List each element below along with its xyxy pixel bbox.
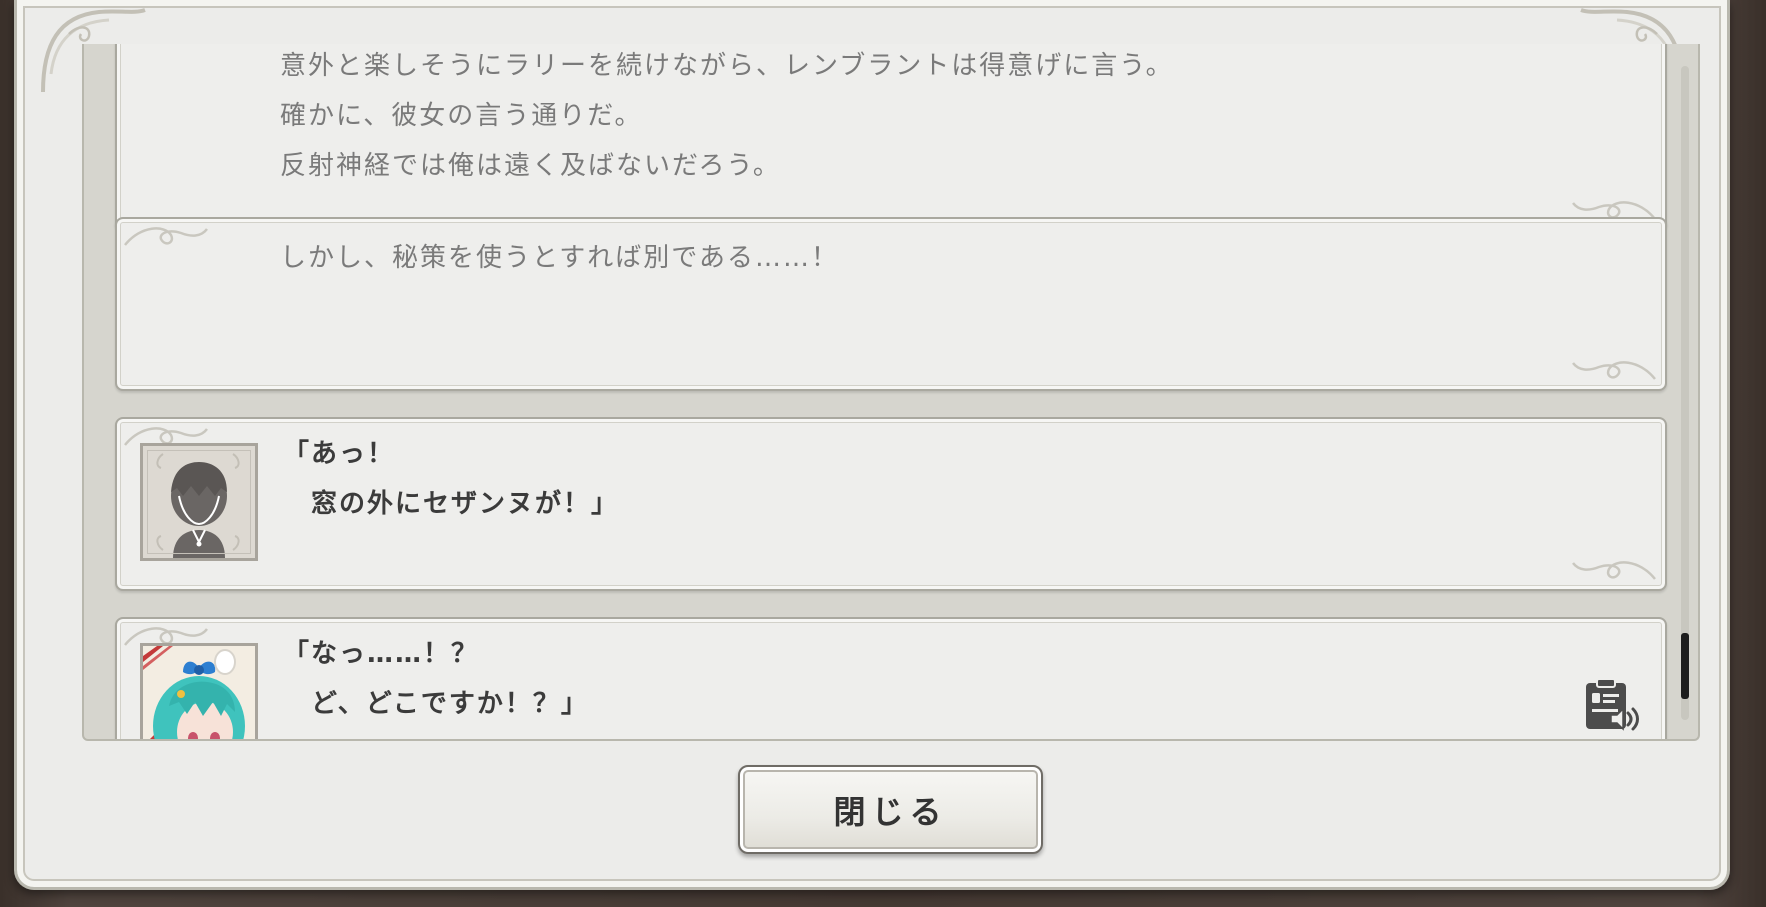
entry-line: ど、どこですか！？」	[283, 689, 589, 719]
close-button[interactable]: 閉じる	[738, 765, 1043, 854]
voice-replay-icon[interactable]	[1583, 679, 1643, 733]
backlog-entry: 意外と楽しそうにラリーを続けながら、レンブラントは得意げに言う。 確かに、彼女の…	[115, 44, 1667, 231]
scrollbar-thumb[interactable]	[1681, 633, 1689, 699]
swirl-ornament-icon	[124, 227, 208, 246]
entry-line: 「あっ！	[283, 439, 396, 469]
backlog-entry: 「あっ！ 窓の外にセザンヌが！」	[115, 417, 1667, 591]
entry-line: しかし、秘策を使うとすれば別である……！	[280, 243, 839, 273]
entry-line: 「なっ……！？	[283, 639, 480, 669]
entry-line: 意外と楽しそうにラリーを続けながら、レンブラントは得意げに言う。	[280, 51, 1174, 81]
swirl-ornament-icon	[1572, 361, 1656, 380]
close-button-label: 閉じる	[833, 792, 948, 831]
entry-line: 反射神経では俺は遠く及ばないだろう。	[280, 151, 781, 181]
backlog-entry: しかし、秘策を使うとすれば別である……！	[115, 217, 1667, 391]
backlog-panel: 意外と楽しそうにラリーを続けながら、レンブラントは得意げに言う。 確かに、彼女の…	[14, 0, 1730, 890]
speaker-portrait-protagonist	[140, 443, 258, 561]
entry-line: 確かに、彼女の言う通りだ。	[280, 101, 643, 131]
backlog-entry: 「なっ……！？ ど、どこですか！？」	[115, 617, 1667, 739]
scrollbar-track[interactable]	[1681, 66, 1689, 720]
swirl-ornament-icon	[1572, 561, 1656, 580]
speaker-portrait-character	[140, 643, 258, 739]
entry-line: 窓の外にセザンヌが！」	[283, 489, 620, 519]
backlog-list[interactable]: 意外と楽しそうにラリーを続けながら、レンブラントは得意げに言う。 確かに、彼女の…	[82, 44, 1700, 741]
character-portrait-icon	[143, 646, 255, 739]
